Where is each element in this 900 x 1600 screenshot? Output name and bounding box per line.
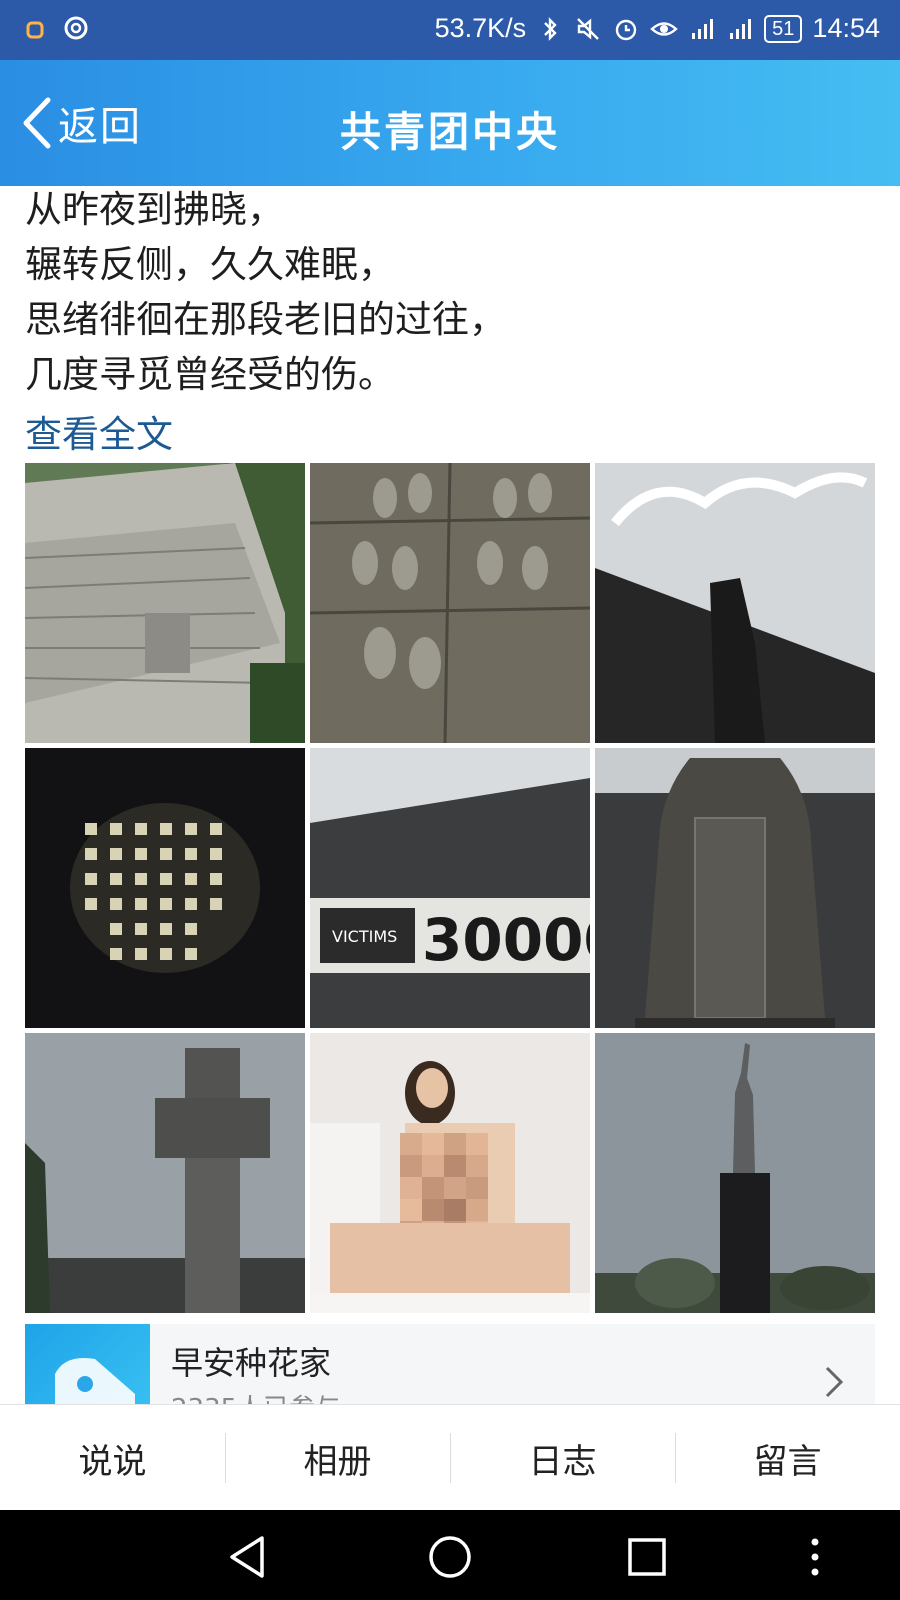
more-vertical-icon[interactable] xyxy=(805,1532,825,1582)
header: 返回 共青团中央 xyxy=(0,60,900,186)
share-thumbnail xyxy=(25,1324,150,1404)
network-speed: 53.7K/s xyxy=(434,13,527,43)
post-line: 思绪徘徊在那段老旧的过往， xyxy=(25,298,506,341)
system-nav-bar xyxy=(0,1510,900,1600)
photo-memorial-hall[interactable] xyxy=(595,463,875,743)
post-line: 几度寻觅曾经受的伤。 xyxy=(25,353,395,396)
eye-icon xyxy=(650,21,678,36)
tab-blog[interactable]: 日志 xyxy=(450,1405,675,1511)
home-circle-icon[interactable] xyxy=(425,1532,475,1582)
chevron-right-icon xyxy=(825,1366,844,1398)
bottom-tab-bar: 说说 相册 日志 留言 xyxy=(0,1404,900,1511)
signal-icon-2 xyxy=(730,18,752,39)
post-line: 从昨夜到拂晓， xyxy=(25,188,284,231)
post-content: 从昨夜到拂晓， 辗转反侧，久久难眠， 思绪徘徊在那段老旧的过往， 几度寻觅曾经受… xyxy=(0,186,900,1404)
photo-cross-monument[interactable] xyxy=(25,1033,305,1313)
tab-messages[interactable]: 留言 xyxy=(675,1405,900,1511)
alarm-icon xyxy=(615,19,637,40)
weibo-icon xyxy=(64,16,88,40)
page-title: 共青团中央 xyxy=(340,108,560,156)
share-subtitle: 2335人已参与 xyxy=(171,1388,341,1404)
back-triangle-icon[interactable] xyxy=(222,1532,272,1582)
signal-icon xyxy=(692,18,714,39)
photo-memorial-wall[interactable] xyxy=(25,463,305,743)
read-more-link[interactable]: 查看全文 xyxy=(25,404,173,458)
clock: 14:54 xyxy=(812,13,880,43)
photo-victims-wall[interactable]: VICTIMS 300000 xyxy=(310,748,590,1028)
notification-icon xyxy=(26,21,44,39)
recents-square-icon[interactable] xyxy=(622,1532,672,1582)
photo-peace-bell[interactable] xyxy=(595,748,875,1028)
post-text: 从昨夜到拂晓， 辗转反侧，久久难眠， 思绪徘徊在那段老旧的过往， 几度寻觅曾经受… xyxy=(25,186,885,402)
mute-icon xyxy=(577,17,600,40)
bluetooth-icon xyxy=(544,16,557,41)
photo-grid: VICTIMS 300000 xyxy=(25,463,875,1313)
photo-statue[interactable] xyxy=(595,1033,875,1313)
photo-footprints[interactable] xyxy=(310,463,590,743)
tab-album[interactable]: 相册 xyxy=(225,1405,450,1511)
share-card[interactable]: 早安种花家 2335人已参与 xyxy=(25,1324,875,1404)
photo-pixelated[interactable] xyxy=(310,1033,590,1313)
victims-number: 300000 xyxy=(422,906,590,974)
tab-shuoshuo[interactable]: 说说 xyxy=(0,1405,225,1511)
status-bar: 53.7K/s 51 14:54 xyxy=(0,0,900,60)
victims-en-label: VICTIMS xyxy=(332,927,397,946)
share-title: 早安种花家 xyxy=(171,1344,332,1382)
battery-icon: 51 xyxy=(764,14,803,43)
photo-inscription-wall[interactable] xyxy=(25,748,305,1028)
post-line: 辗转反侧，久久难眠， xyxy=(25,243,395,286)
